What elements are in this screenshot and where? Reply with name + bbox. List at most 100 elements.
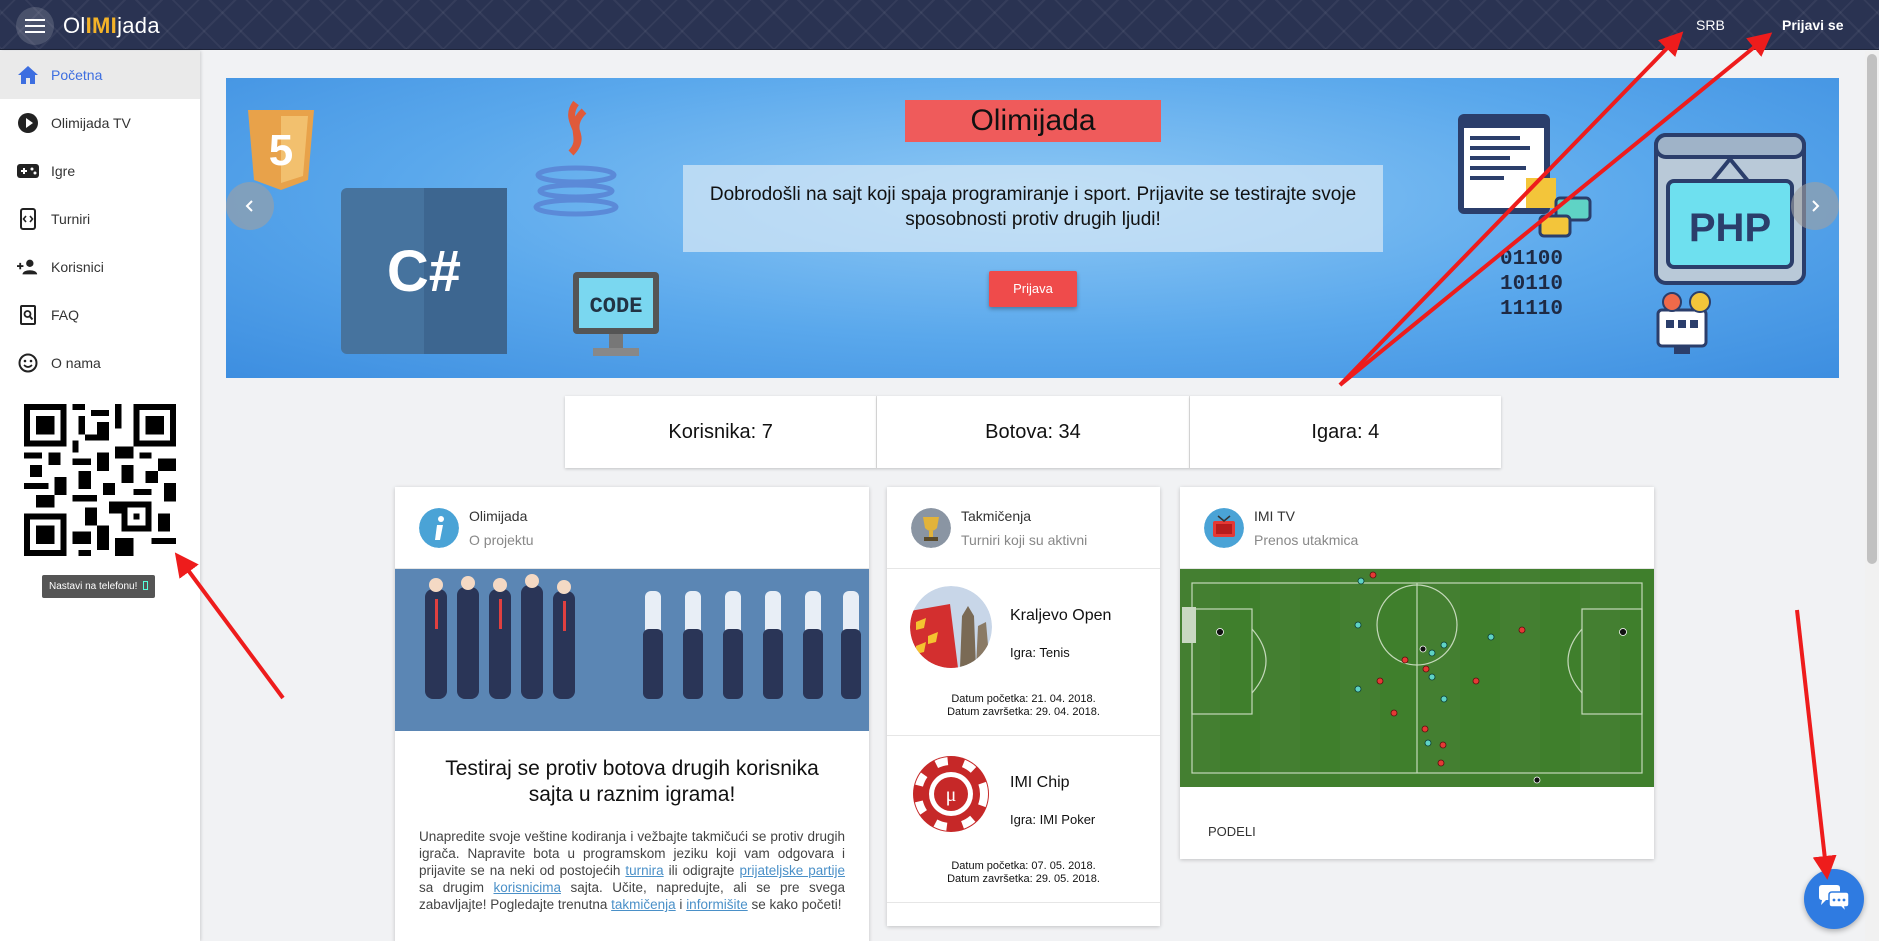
home-icon: [17, 64, 39, 86]
top-header: OlIMIjada SRB Prijavi se: [0, 0, 1879, 50]
binary-icon: 01100 10110 11110: [1500, 248, 1563, 321]
tournament-game: Igra: IMI Poker: [1010, 812, 1096, 827]
stat-bots: Botova: 34: [877, 396, 1190, 468]
slide-login-button[interactable]: Prijava: [989, 271, 1077, 307]
mu-glyph: μ: [946, 784, 957, 806]
kraljevo-open-logo: [910, 586, 992, 668]
sidebar-item-pocetna[interactable]: Početna: [0, 51, 200, 99]
competitions-link[interactable]: takmičenja: [611, 897, 676, 912]
svg-text:PHP: PHP: [1689, 206, 1771, 250]
tournament-dates: Datum početka: 21. 04. 2018. Datum završ…: [887, 693, 1160, 719]
continue-on-phone-tooltip[interactable]: Nastavi na telefonu!: [42, 575, 156, 598]
tournament-dates: Datum početka: 07. 05. 2018. Datum završ…: [887, 860, 1160, 886]
slide-text: Dobrodošli na sajt koji spaja programira…: [683, 165, 1383, 252]
tv-avatar-icon: [1204, 507, 1244, 548]
imi-chip-logo: μ: [913, 756, 989, 832]
chevron-left-icon: [245, 200, 253, 212]
tournament-game: Igra: Tenis: [1010, 645, 1070, 660]
sidebar-item-korisnici[interactable]: Korisnici: [0, 243, 200, 291]
svg-text:01100: 01100: [1500, 248, 1563, 271]
server-code-icon: [1458, 114, 1592, 238]
sidebar-item-label: Početna: [51, 67, 103, 83]
svg-text:C#: C#: [387, 239, 461, 304]
tournament-item[interactable]: μ IMI Chip Igra: IMI Poker Datum početka…: [887, 736, 1160, 903]
football-match-stream[interactable]: [1180, 569, 1654, 787]
csharp-icon: C#: [341, 188, 507, 354]
card-title: Takmičenja: [961, 507, 1032, 524]
about-paragraph: Unapredite svoje veštine kodiranja i vež…: [419, 829, 846, 912]
tournaments-link[interactable]: turnira: [625, 863, 663, 878]
stats-bar: Korisnika: 7 Botova: 34 Igara: 4: [565, 396, 1501, 468]
trophy-avatar-icon: [911, 507, 951, 548]
chevron-right-icon: [1812, 200, 1820, 212]
about-card: Olimijada O projektu Testiraj se protiv …: [395, 487, 869, 941]
site-logo[interactable]: OlIMIjada: [63, 13, 160, 39]
hamburger-menu-button[interactable]: [16, 7, 54, 45]
friendly-match-link[interactable]: prijateljske partije: [739, 863, 845, 878]
language-selector[interactable]: SRB: [1696, 17, 1725, 33]
card-title: Olimijada: [469, 507, 528, 524]
sidebar-item-label: O nama: [51, 355, 101, 371]
business-vs-robots-illustration: [395, 569, 869, 731]
card-header: IMI TV Prenos utakmica: [1180, 487, 1654, 569]
imi-tv-card: IMI TV Prenos utakmica PODELI: [1180, 487, 1654, 859]
php-window-icon: PHP: [1654, 133, 1806, 285]
sidebar-item-turniri[interactable]: Turniri: [0, 195, 200, 243]
tournament-name: Kraljevo Open: [1010, 607, 1112, 624]
card-title: IMI TV: [1254, 507, 1295, 524]
info-link[interactable]: informišite: [686, 897, 748, 912]
sidebar-item-faq[interactable]: FAQ: [0, 291, 200, 339]
tournament-end-date: Datum završetka: 29. 05. 2018.: [947, 873, 1100, 885]
sidebar-item-o-nama[interactable]: O nama: [0, 339, 200, 387]
card-header: Takmičenja Turniri koji su aktivni: [887, 487, 1160, 569]
card-subtitle: Prenos utakmica: [1254, 531, 1359, 548]
scrollbar-thumb[interactable]: [1867, 54, 1877, 564]
code-icon: [17, 208, 39, 230]
search-doc-icon: [17, 304, 39, 326]
sidebar: Početna Olimijada TV Igre Turniri Korisn…: [0, 51, 200, 941]
svg-text:11110: 11110: [1500, 298, 1563, 321]
sidebar-item-igre[interactable]: Igre: [0, 147, 200, 195]
sidebar-item-olimijada-tv[interactable]: Olimijada TV: [0, 99, 200, 147]
login-link[interactable]: Prijavi se: [1782, 17, 1844, 33]
card-subtitle: O projektu: [469, 531, 534, 548]
code-monitor-icon: CODE: [573, 272, 659, 356]
java-icon: [533, 100, 619, 217]
gears-monitor-icon: [1656, 291, 1711, 354]
info-icon: [419, 507, 459, 548]
phone-icon: [143, 581, 149, 590]
sidebar-item-label: Turniri: [51, 211, 91, 227]
users-icon: [17, 256, 39, 278]
chat-button[interactable]: [1804, 869, 1864, 929]
about-heading: Testiraj se protiv botova drugih korisni…: [445, 757, 819, 806]
stat-games: Igara: 4: [1189, 396, 1501, 468]
tournament-name: IMI Chip: [1010, 774, 1070, 791]
tournament-end-date: Datum završetka: 29. 04. 2018.: [947, 706, 1100, 718]
sidebar-item-label: Korisnici: [51, 259, 104, 275]
gamepad-icon: [17, 160, 39, 182]
svg-text:10110: 10110: [1500, 273, 1563, 296]
share-button[interactable]: PODELI: [1208, 824, 1256, 839]
chat-bubbles-icon: [1819, 885, 1850, 914]
hero-slider: 5 C# CODE 01100 10110 11110 PHP Olimijad…: [226, 78, 1839, 378]
tournament-start-date: Datum početka: 07. 05. 2018.: [951, 860, 1096, 872]
sidebar-item-label: Igre: [51, 163, 76, 179]
tournament-start-date: Datum početka: 21. 04. 2018.: [951, 693, 1096, 705]
users-link[interactable]: korisnicima: [493, 880, 561, 895]
html5-icon: 5: [248, 110, 314, 190]
card-subtitle: Turniri koji su aktivni: [961, 531, 1088, 548]
sidebar-item-label: Olimijada TV: [51, 115, 131, 131]
card-header: Olimijada O projektu: [395, 487, 869, 569]
qr-code[interactable]: [24, 404, 176, 556]
slide-title: Olimijada: [905, 100, 1161, 142]
play-icon: [17, 112, 39, 134]
sidebar-item-label: FAQ: [51, 307, 80, 323]
qr-tooltip-label: Nastavi na telefonu!: [49, 581, 138, 592]
slider-next-button[interactable]: [1791, 182, 1839, 230]
menu-icon: [25, 19, 45, 33]
stat-users: Korisnika: 7: [565, 396, 878, 468]
svg-text:CODE: CODE: [590, 294, 643, 319]
slider-prev-button[interactable]: [226, 182, 274, 230]
tournament-item[interactable]: Kraljevo Open Igra: Tenis Datum početka:…: [887, 569, 1160, 736]
svg-text:5: 5: [269, 126, 293, 175]
